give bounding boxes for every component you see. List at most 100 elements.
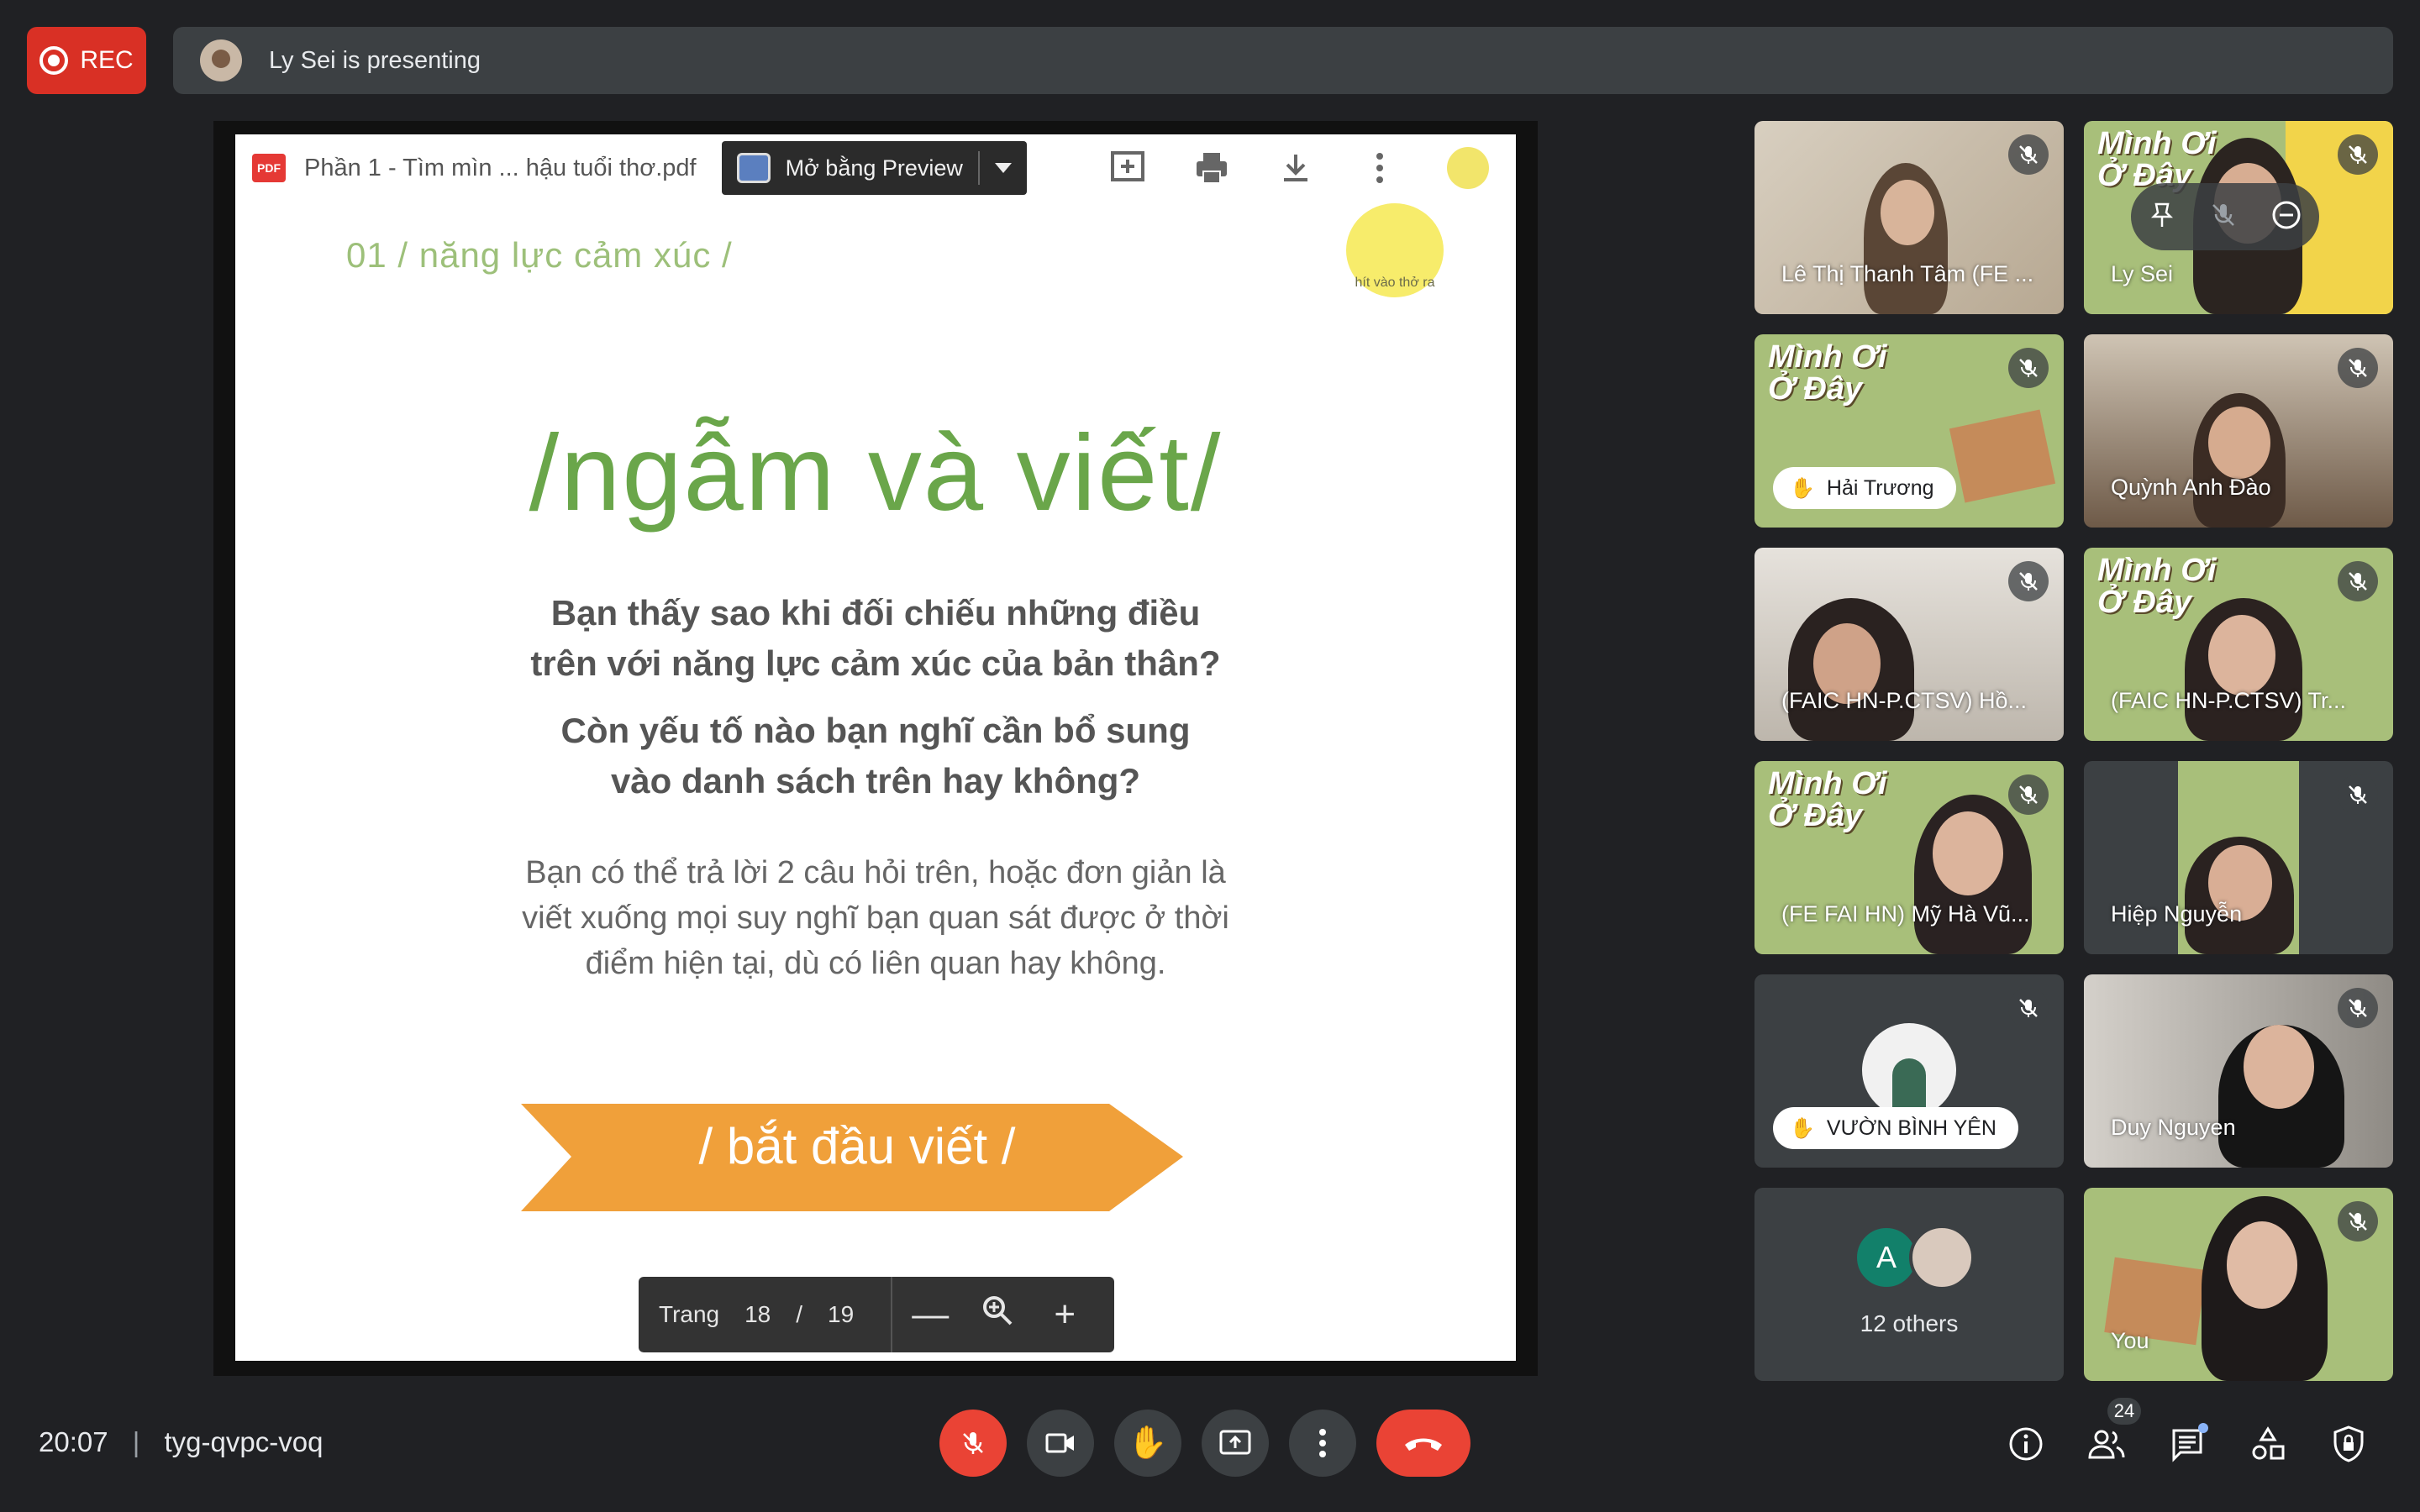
pdf-file-name: Phần 1 - Tìm mìn ... hậu tuổi thơ.pdf [304,154,697,181]
mic-off-icon [2338,561,2378,601]
presenter-avatar [200,39,242,81]
avatar [1909,1225,1975,1290]
background-sign: Mình Ơi Ở Đây [2097,553,2217,620]
page-label: Trang [659,1301,720,1327]
page-separator: / [796,1301,803,1327]
question-2: Còn yếu tố nào bạn nghĩ cần bổ sung vào … [560,711,1191,801]
present-button[interactable] [1202,1410,1269,1477]
mic-off-icon [2008,774,2049,815]
end-call-icon [1405,1438,1442,1451]
participant-tile[interactable]: Mình Ơi Ở Đây (FAIC HN-P.CTSV) Tr... [2084,548,2393,741]
camera-icon [1045,1433,1074,1453]
host-controls-icon[interactable] [2328,1423,2370,1465]
mic-off-icon [963,1432,983,1454]
presenting-banner: Ly Sei is presenting [173,27,2393,94]
zoom-out-icon[interactable]: — [901,1294,960,1336]
presenting-text: Ly Sei is presenting [269,46,481,74]
raise-hand-icon: ✋ [1128,1425,1168,1461]
rec-label: REC [80,46,134,74]
more-vert-icon[interactable] [1360,148,1400,188]
breathe-badge: hít vào thở ra [1346,203,1444,297]
chevron-down-icon[interactable] [994,163,1012,173]
mic-off-icon [2338,348,2378,388]
record-icon [39,46,69,75]
page-controls: Trang 18 / 19 — + [639,1277,1114,1352]
participant-tile[interactable]: Quỳnh Anh Đào [2084,334,2393,528]
account-avatar[interactable] [1446,147,1489,189]
participant-tile[interactable]: Mình Ơi Ở Đây (FE FAI HN) Mỹ Hà Vũ... [1754,761,2064,954]
participant-name: Quỳnh Anh Đào [2111,475,2271,500]
others-count: 12 others [1860,1310,1959,1336]
present-screen-icon [1219,1430,1251,1455]
slide-section: 01 / năng lực cảm xúc / [346,235,733,275]
more-options-button[interactable] [1289,1410,1356,1477]
pdf-viewer-toolbar: PDF Phần 1 - Tìm mìn ... hậu tuổi thơ.pd… [235,134,1516,202]
mic-off-icon [2338,134,2378,175]
participant-tile[interactable]: Hiệp Nguyễn [2084,761,2393,954]
question-1: Bạn thấy sao khi đối chiếu những điều tr… [530,593,1221,683]
self-tile[interactable]: You [2084,1188,2393,1381]
mic-toggle-button[interactable] [939,1410,1007,1477]
background-sign: Mình Ơi Ở Đây [1768,766,1887,833]
open-with-label: Mở bằng Preview [785,155,963,181]
raised-hand-icon: ✋ [1790,476,1815,500]
mute-icon[interactable] [2209,201,2238,234]
people-count-badge: 24 [2107,1398,2141,1425]
zoom-icon[interactable] [968,1294,1027,1336]
zoom-in-icon[interactable]: + [1035,1294,1094,1336]
mic-off-icon [2008,561,2049,601]
participant-name: Ly Sei [2111,261,2174,286]
preview-app-icon [736,153,771,183]
people-icon[interactable] [2086,1423,2128,1465]
participant-tile[interactable]: Mình Ơi Ở Đây ✋ Hải Trương [1754,334,2064,528]
leave-call-button[interactable] [1376,1410,1470,1477]
participant-tile[interactable]: (FAIC HN-P.CTSV) Hồ... [1754,548,2064,741]
page-current[interactable]: 18 [744,1301,771,1328]
start-writing-label: / bắt đầu viết / [698,1118,1016,1174]
mic-off-icon [2008,348,2049,388]
tile-hover-controls [2131,183,2319,250]
background-sign: Mình Ơi Ở Đây [2097,126,2217,193]
participant-tile[interactable]: ✋ VƯỜN BÌNH YÊN [1754,974,2064,1168]
participant-name: Hiệp Nguyễn [2111,901,2243,927]
mic-off-icon [2338,774,2378,815]
unread-dot [2198,1423,2208,1433]
raised-hand-chip: ✋ Hải Trương [1773,467,1956,509]
participant-tile[interactable]: Lê Thị Thanh Tâm (FE ... [1754,121,2064,314]
page-total: 19 [828,1301,855,1327]
participant-name: Duy Nguyen [2111,1115,2236,1140]
pin-icon[interactable] [2148,201,2176,234]
meeting-info: 20:07 | tyg-qvpc-voq [39,1426,324,1457]
participant-name: You [2111,1328,2149,1353]
camera-toggle-button[interactable] [1027,1410,1094,1477]
pdf-file-icon: PDF [252,154,286,182]
open-with-preview-button[interactable]: Mở bằng Preview [721,141,1027,195]
meeting-code: tyg-qvpc-voq [164,1426,324,1457]
background-sign: Mình Ơi Ở Đây [1768,339,1887,407]
raise-hand-button[interactable]: ✋ [1114,1410,1181,1477]
participant-name: (FE FAI HN) Mỹ Hà Vũ... [1781,901,2030,927]
others-tile[interactable]: A 12 others [1754,1188,2064,1381]
shared-screen: PDF Phần 1 - Tìm mìn ... hậu tuổi thơ.pd… [235,134,1516,1361]
chat-icon[interactable] [2166,1423,2208,1465]
remove-icon[interactable] [2270,199,2302,235]
mic-off-icon [2338,988,2378,1028]
clock: 20:07 [39,1426,108,1457]
participant-name: (FAIC HN-P.CTSV) Hồ... [1781,688,2028,713]
slide-body: Bạn có thể trả lời 2 câu hỏi trên, hoặc … [522,855,1229,981]
raised-hand-icon: ✋ [1790,1116,1815,1140]
avatar [1862,1023,1956,1117]
meeting-details-icon[interactable] [2005,1423,2047,1465]
download-icon[interactable] [1276,148,1316,188]
participant-name: Lê Thị Thanh Tâm (FE ... [1781,261,2034,286]
recording-indicator[interactable]: REC [27,27,146,94]
add-comment-icon[interactable] [1107,148,1148,188]
participant-name: (FAIC HN-P.CTSV) Tr... [2111,688,2347,713]
participant-tile[interactable]: Duy Nguyen [2084,974,2393,1168]
activities-icon[interactable] [2247,1423,2289,1465]
mic-off-icon [2008,988,2049,1028]
mic-off-icon [2338,1201,2378,1242]
print-icon[interactable] [1192,148,1232,188]
mic-off-icon [2008,134,2049,175]
more-vert-icon [1319,1429,1326,1457]
